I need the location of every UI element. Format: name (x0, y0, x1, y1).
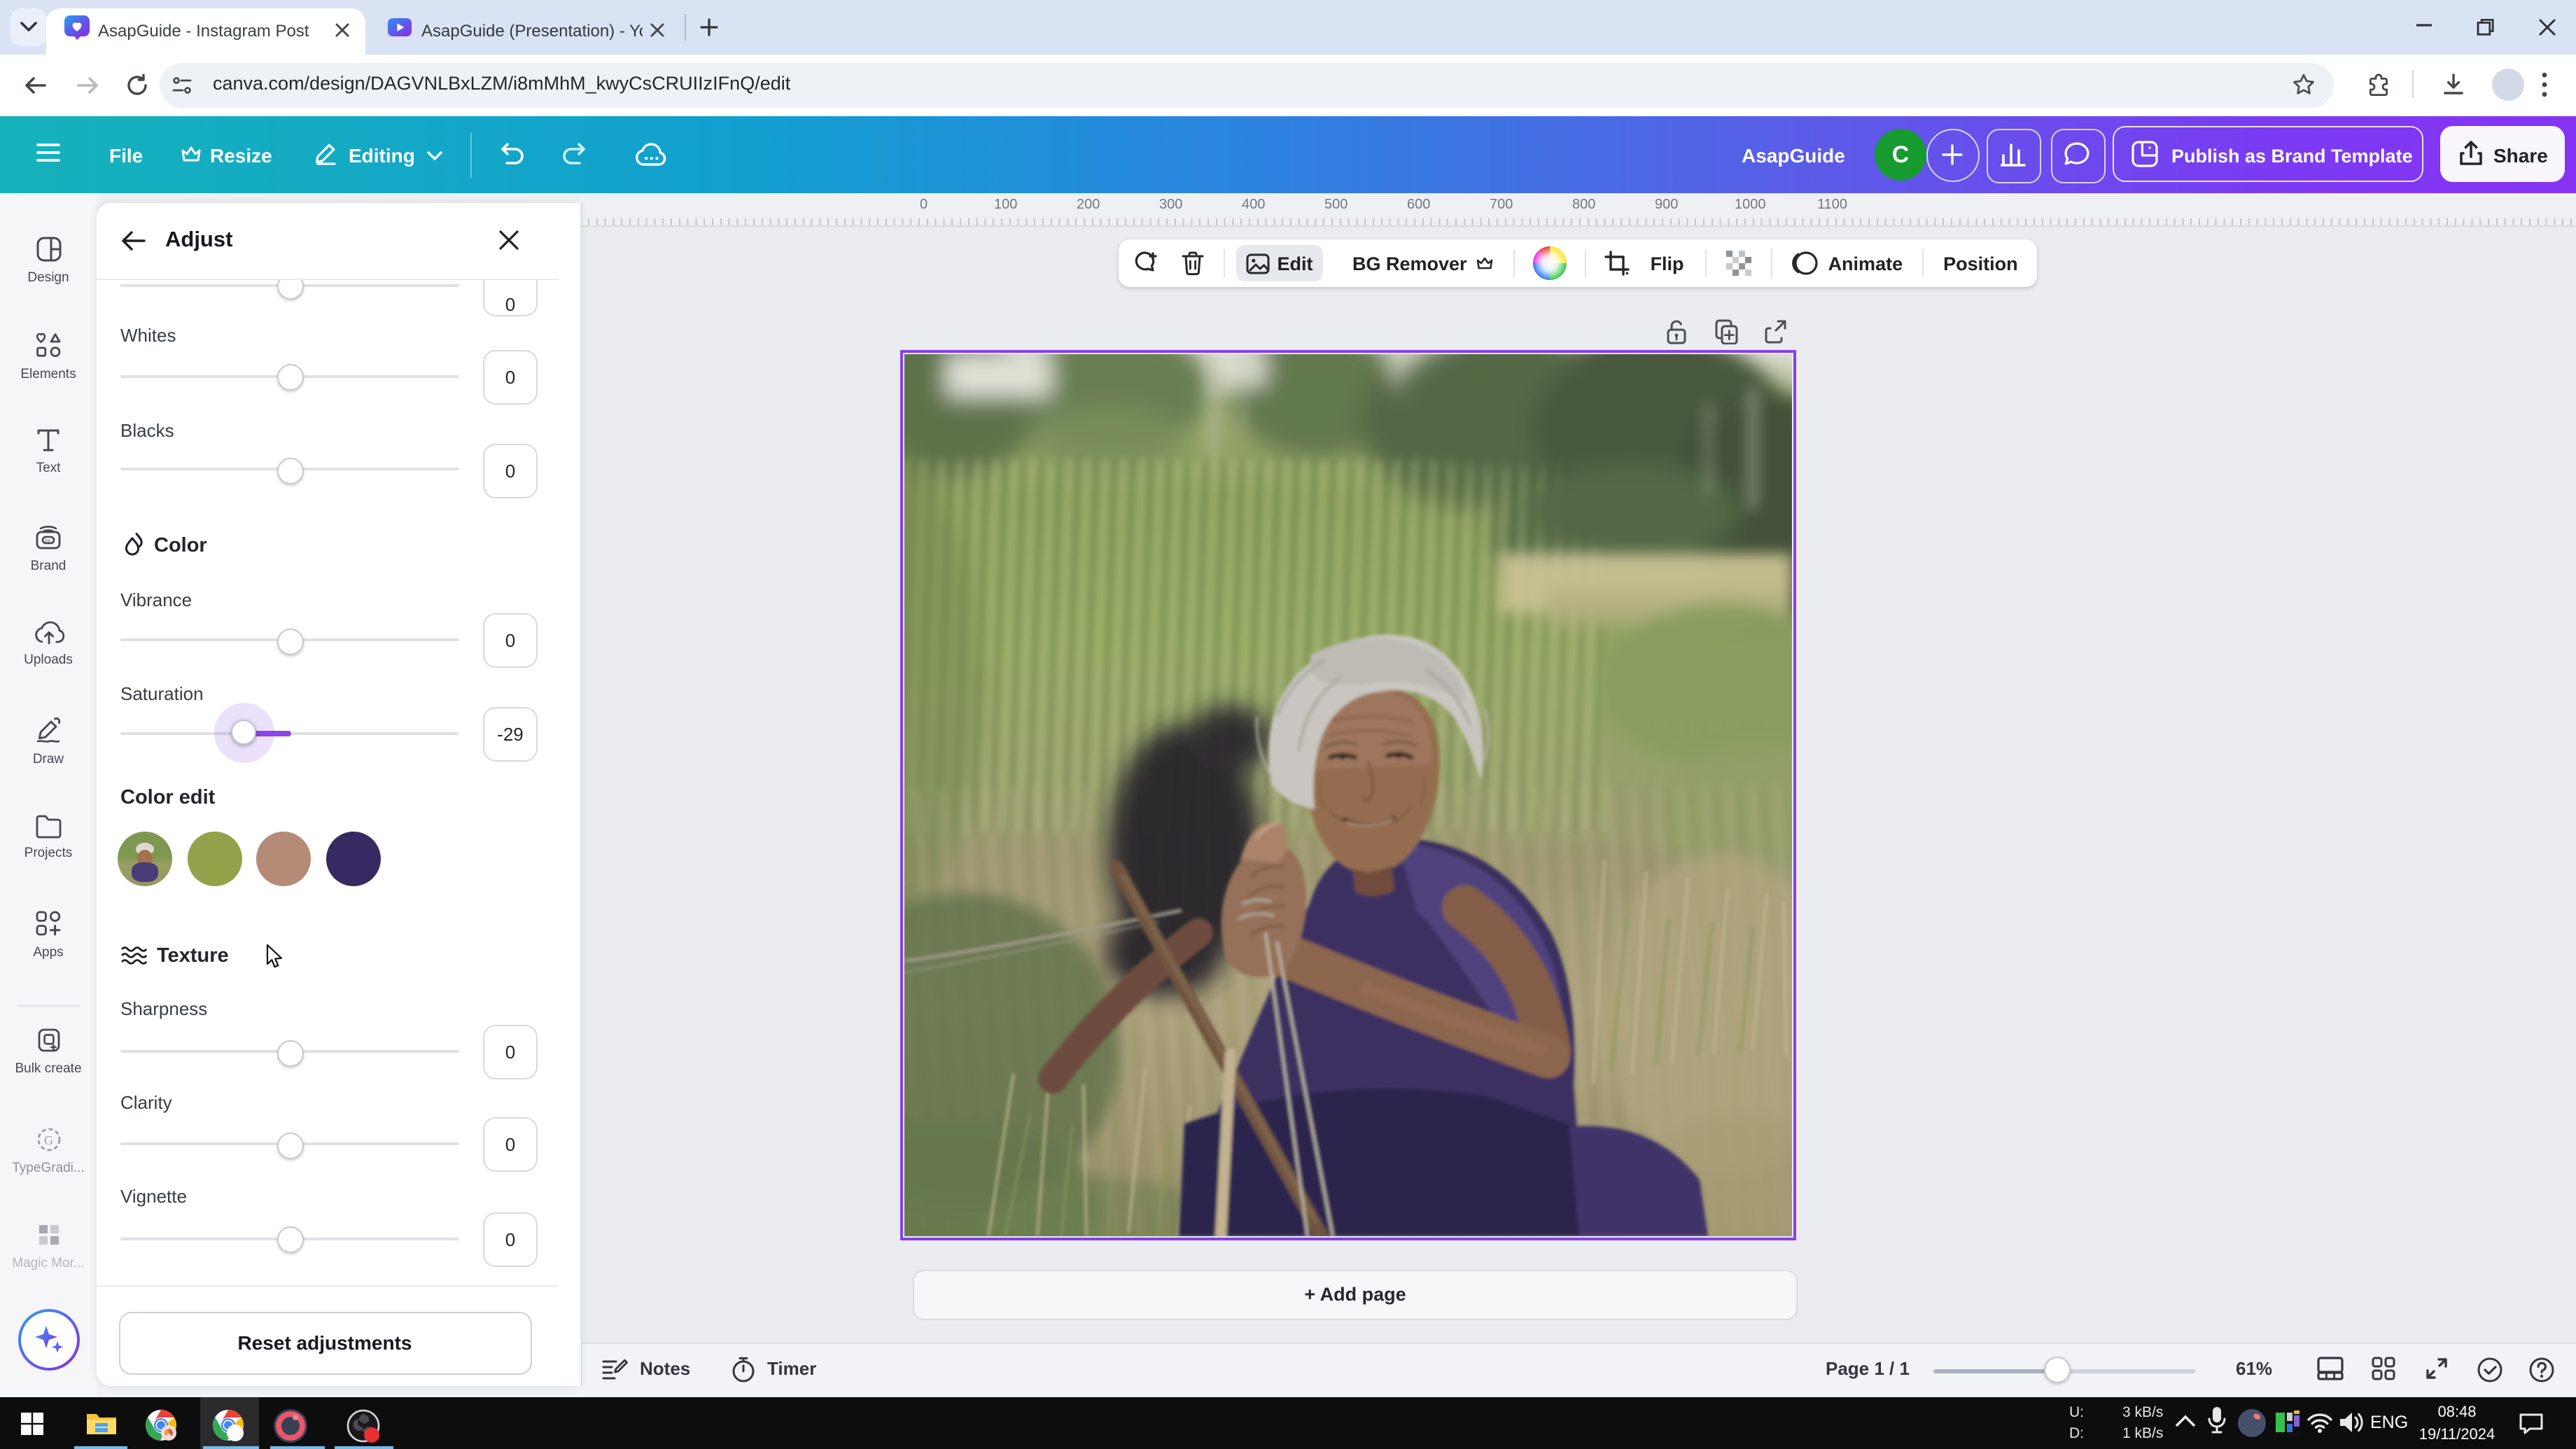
svg-text:co: co (45, 537, 50, 543)
svg-text:G: G (43, 1133, 52, 1147)
